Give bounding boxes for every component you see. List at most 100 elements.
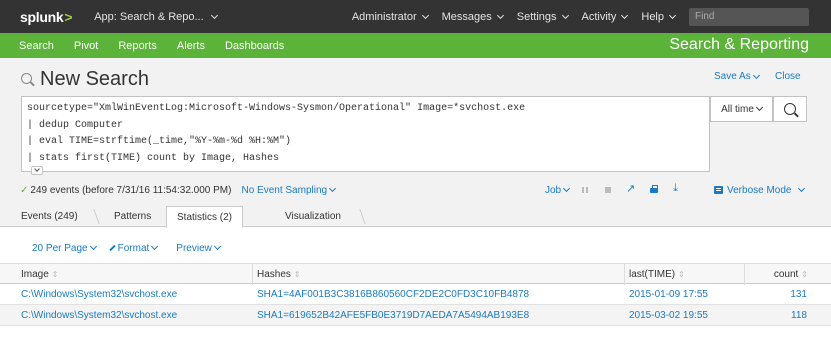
column-label: last(TIME) [629,269,676,280]
search-mode-dropdown[interactable]: Verbose Mode [714,180,805,200]
save-as-label: Save As [714,71,751,82]
stop-icon[interactable] [601,183,615,197]
expand-query-toggle[interactable] [31,166,43,175]
splunk-logo[interactable]: splunk> [20,8,73,25]
tab-divider [359,209,366,224]
tab-statistics[interactable]: Statistics (2) [166,206,244,228]
pause-icon[interactable] [578,183,592,197]
event-sampling-dropdown[interactable]: No Event Sampling [241,184,337,196]
page-title-text: New Search [40,68,149,90]
cell-last-time[interactable]: 2015-01-09 17:55 [629,284,708,305]
query-line: | dedup Computer [27,119,124,131]
sort-icon: ⇕ [678,270,685,279]
menu-help[interactable]: Help [641,10,677,23]
app-title: Search & Reporting [669,36,809,53]
chevron-down-icon [329,184,337,193]
chevron-down-icon [496,11,504,19]
menu-administrator[interactable]: Administrator [351,10,429,23]
chevron-down-icon [668,11,677,19]
chevron-down-icon [755,103,763,112]
mode-icon [714,186,723,194]
cell-last-time[interactable]: 2015-03-02 19:55 [629,305,708,326]
chevron-down-icon [213,242,221,251]
cell-hashes[interactable]: SHA1=619652B42AFE5FB0E3719D7AEDA7A5494AB… [257,305,529,326]
time-range-label: All time [721,103,754,115]
export-icon[interactable] [670,182,684,197]
menu-label: Administrator [351,10,417,23]
chevron-down-icon [797,184,805,193]
column-header-hashes[interactable]: Hashes ⇕ [252,264,624,285]
tab-divider [93,209,100,224]
cell-image[interactable]: C:\Windows\System32\svchost.exe [21,284,177,305]
format-dropdown[interactable]: Format [108,242,159,254]
search-button[interactable] [773,96,807,122]
tab-patterns[interactable]: Patterns [114,206,151,227]
chevron-down-icon [752,71,760,79]
find-input[interactable] [689,7,809,26]
save-as-button[interactable]: Save As [714,71,760,82]
query-line: | eval TIME=strftime(_time,"%Y-%m-%d %H:… [27,136,292,147]
cell-count[interactable]: 118 [744,305,807,326]
menu-messages[interactable]: Messages [441,10,504,23]
results-toolbar: 20 Per Page Format Preview [0,238,221,258]
sort-icon: ⇕ [801,270,808,279]
chevron-down-icon [89,242,97,251]
logo-text: splunk [20,8,64,25]
menu-label: Settings [516,10,557,23]
menu-settings[interactable]: Settings [516,10,569,23]
event-count: 249 events (before 7/31/16 11:54:32.000 … [30,184,232,196]
menu-label: Activity [581,10,617,23]
search-icon [21,73,34,86]
sort-icon: ⇕ [51,270,59,279]
app-menu-label: App: Search & Repo... [94,10,204,23]
column-header-image[interactable]: Image ⇕ [0,264,252,285]
tab-events[interactable]: Events (249) [21,206,78,227]
chevron-down-icon [421,11,429,19]
table-row: C:\Windows\System32\svchost.exe SHA1=4AF… [0,284,831,305]
column-header-count[interactable]: count ⇕ [744,264,831,285]
job-label: Job [545,184,562,196]
nav-dashboards[interactable]: Dashboards [225,40,284,52]
chevron-down-icon [621,11,629,19]
column-label: Hashes [257,269,291,280]
app-menu[interactable]: App: Search & Repo... [94,10,218,23]
menu-label: Help [641,10,664,23]
query-line: sourcetype="XmlWinEventLog:Microsoft-Win… [27,103,526,114]
column-header-last-time[interactable]: last(TIME) ⇕ [624,264,744,285]
mode-label: Verbose Mode [727,184,792,196]
checkmark-icon: ✓ [20,184,29,196]
menu-label: Messages [441,10,492,23]
column-label: count [773,269,799,280]
cell-image[interactable]: C:\Windows\System32\svchost.exe [21,305,177,326]
search-query-input[interactable]: sourcetype="XmlWinEventLog:Microsoft-Win… [21,96,710,172]
format-label: Format [117,242,150,254]
column-label: Image [21,269,49,280]
tab-visualization[interactable]: Visualization [285,206,341,227]
cell-hashes[interactable]: SHA1=4AF001B3C3816B860560CF2DE2C0FD3C10F… [257,284,529,305]
search-icon [783,102,797,116]
logo-suffix: > [64,8,73,25]
job-menu[interactable]: Job [545,184,571,196]
app-bar: Search Pivot Reports Alerts Dashboards S… [0,33,831,58]
nav-reports[interactable]: Reports [118,40,157,52]
per-page-dropdown[interactable]: 20 Per Page [32,242,97,254]
nav-alerts[interactable]: Alerts [177,40,205,52]
share-icon[interactable] [624,182,638,197]
table-row: C:\Windows\System32\svchost.exe SHA1=619… [0,305,831,326]
preview-dropdown[interactable]: Preview [176,242,221,254]
preview-label: Preview [176,242,212,254]
sort-icon: ⇕ [293,270,301,279]
print-icon[interactable] [647,183,661,197]
close-button[interactable]: Close [775,71,801,82]
chevron-down-icon [563,184,571,193]
job-status-bar: ✓ 249 events (before 7/31/16 11:54:32.00… [0,180,831,200]
table-header: Image ⇕ Hashes ⇕ last(TIME) ⇕ count ⇕ [0,263,831,285]
menu-activity[interactable]: Activity [581,10,629,23]
chevron-down-icon [210,11,218,19]
per-page-label: 20 Per Page [32,242,88,254]
time-range-picker[interactable]: All time [710,96,773,122]
page-title: New Search [21,68,149,91]
nav-search[interactable]: Search [19,40,54,52]
nav-pivot[interactable]: Pivot [74,40,98,52]
cell-count[interactable]: 131 [744,284,807,305]
